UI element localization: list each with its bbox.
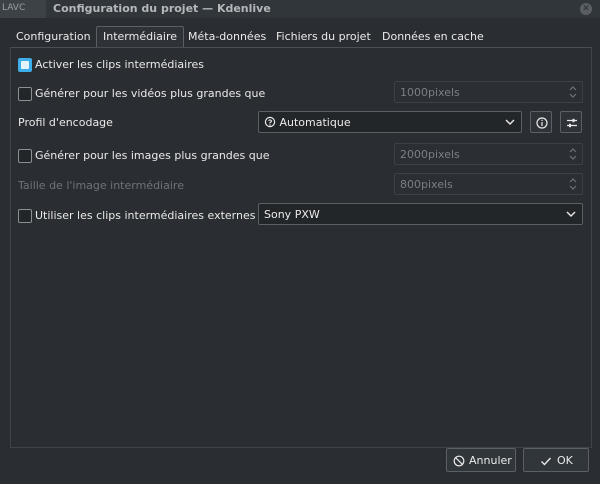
image-threshold-checkbox[interactable] (18, 149, 32, 163)
background-window-fragment: LAVC (0, 0, 46, 18)
ok-button-label: OK (557, 454, 573, 467)
image-threshold-spinbox[interactable]: 2000pixels (394, 143, 583, 165)
video-threshold-label[interactable]: Générer pour les vidéos plus grandes que (35, 87, 265, 100)
enable-proxy-label[interactable]: Activer les clips intermédiaires (35, 58, 204, 71)
profile-info-button[interactable] (530, 111, 552, 133)
info-icon (536, 117, 548, 129)
project-settings-dialog: Configuration Intermédiaire Méta-données… (0, 18, 600, 484)
window-title: Configuration du projet — Kdenlive (53, 2, 271, 15)
encoding-profile-select[interactable]: Automatique (258, 111, 522, 133)
proxy-image-size-value: 800pixels (400, 178, 453, 191)
cancel-button[interactable]: Annuler (446, 448, 516, 472)
background-window-text: LAVC (2, 3, 26, 13)
settings-sliders-icon (567, 118, 577, 128)
video-threshold-checkbox[interactable] (18, 87, 32, 101)
encoding-profile-value: Automatique (279, 116, 351, 129)
checkmark-icon (541, 457, 552, 466)
spin-arrows-icon[interactable] (569, 176, 577, 192)
video-threshold-spinbox[interactable]: 1000pixels (394, 81, 583, 103)
cancel-button-label: Annuler (469, 454, 512, 467)
proxy-settings-panel: Activer les clips intermédiaires Générer… (10, 47, 592, 448)
ok-button[interactable]: OK (523, 448, 589, 472)
tab-meta-donnees[interactable]: Méta-données (182, 27, 272, 47)
external-proxy-value: Sony PXW (264, 208, 320, 221)
video-threshold-value: 1000pixels (400, 86, 460, 99)
title-bar: LAVC Configuration du projet — Kdenlive … (0, 0, 600, 19)
image-threshold-value: 2000pixels (400, 148, 460, 161)
close-window-button[interactable]: ✕ (580, 3, 592, 15)
spin-arrows-icon[interactable] (569, 146, 577, 162)
configure-profiles-button[interactable] (560, 111, 582, 133)
image-threshold-label[interactable]: Générer pour les images plus grandes que (35, 149, 270, 162)
chevron-down-icon (505, 119, 515, 125)
tab-fichiers-du-projet[interactable]: Fichiers du projet (270, 27, 377, 47)
tab-donnees-en-cache[interactable]: Données en cache (376, 27, 490, 47)
encoding-profile-value-wrap: Automatique (264, 116, 351, 129)
chevron-down-icon (566, 211, 576, 217)
external-proxy-label[interactable]: Utiliser les clips intermédiaires extern… (35, 209, 255, 222)
proxy-image-size-spinbox[interactable]: 800pixels (394, 173, 583, 195)
tab-configuration[interactable]: Configuration (10, 27, 97, 47)
external-proxy-select[interactable]: Sony PXW (258, 203, 583, 225)
cancel-icon (453, 455, 465, 467)
tab-intermediaire[interactable]: Intermédiaire (96, 26, 184, 48)
proxy-image-size-label: Taille de l'image intermédiaire (18, 179, 184, 192)
enable-proxy-checkbox[interactable] (18, 58, 32, 72)
auto-profile-icon (264, 116, 276, 128)
spin-arrows-icon[interactable] (569, 84, 577, 100)
close-icon: ✕ (582, 4, 590, 14)
encoding-profile-label: Profil d'encodage (18, 116, 113, 129)
external-proxy-checkbox[interactable] (18, 209, 32, 223)
